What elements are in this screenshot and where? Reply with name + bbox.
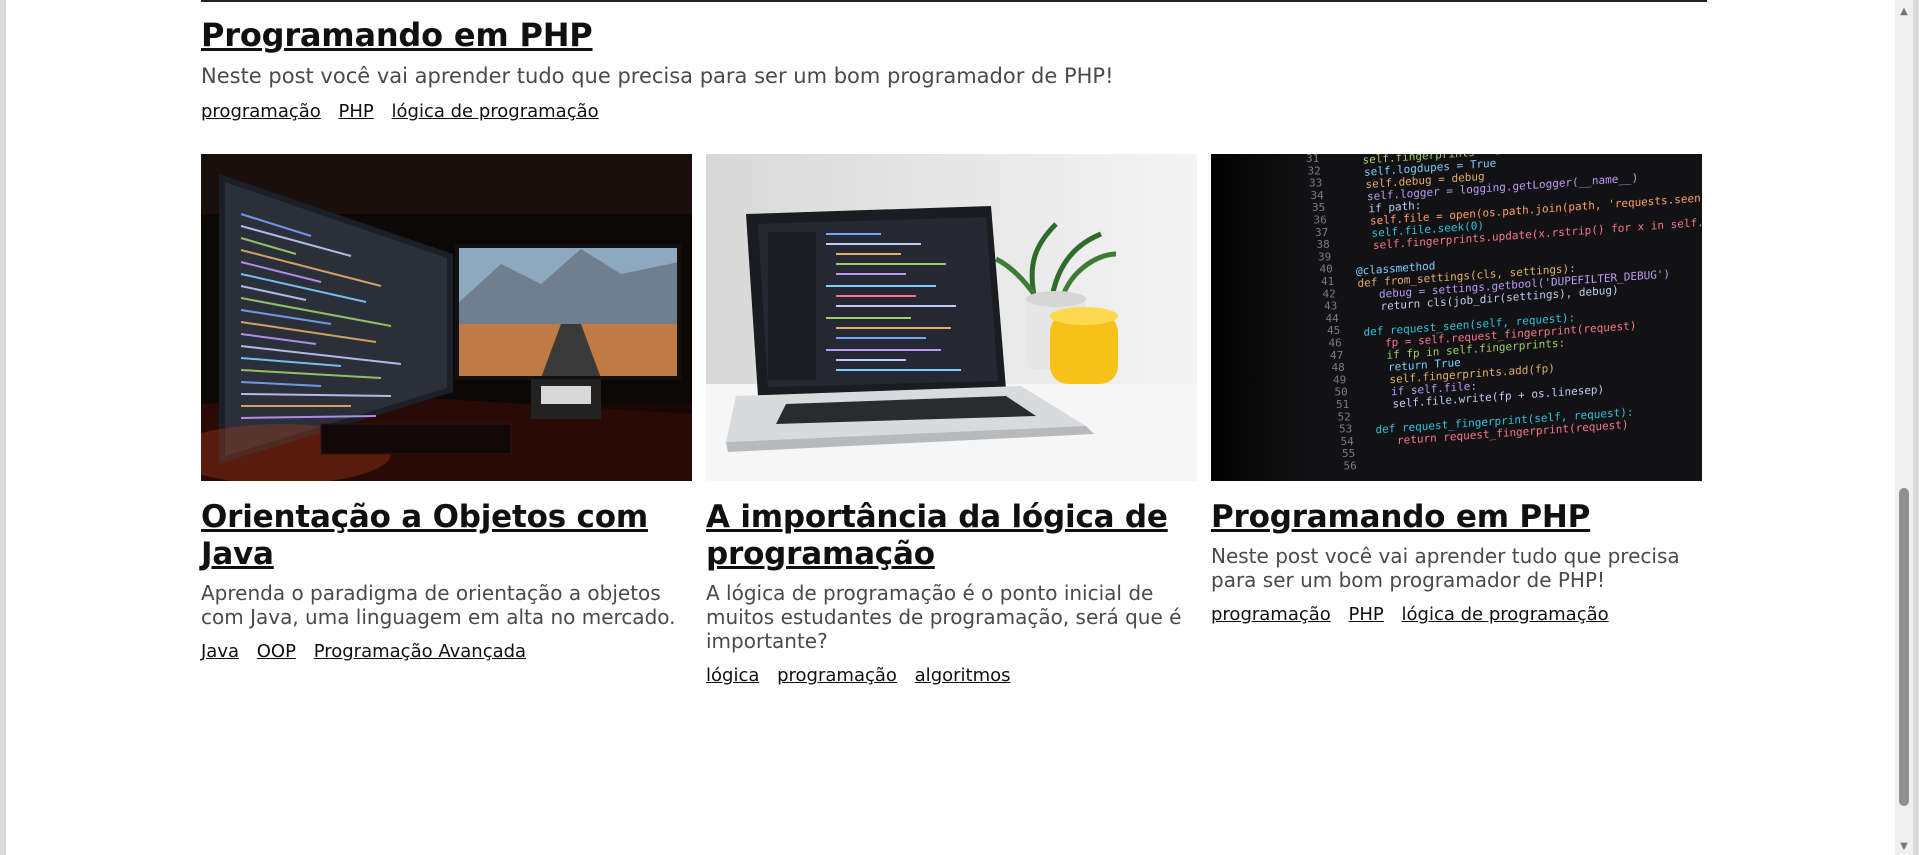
featured-post: Programando em PHP Neste post você vai a… [201,16,1707,123]
featured-post-description: Neste post você vai aprender tudo que pr… [201,64,1114,88]
post-description: A lógica de programação é o ponto inicia… [706,581,1182,653]
browser-viewport: Programando em PHP Neste post você vai a… [0,0,1919,855]
scroll-up-icon[interactable]: ▲ [1899,6,1909,17]
section-divider [201,0,1707,2]
post-tags: lógica programação algoritmos [706,665,1197,687]
vertical-scrollbar[interactable]: ▲ ▼ [1895,0,1913,855]
post-title[interactable]: A importância da lógica de programação [706,499,1197,573]
laptop-illustration [706,154,1197,481]
tag-link[interactable]: PHP [339,101,374,123]
post-title[interactable]: Orientação a Objetos com Java [201,499,692,573]
tag-link[interactable]: PHP [1349,604,1384,626]
code-closeup-illustration: 31self.file = None32self.fingerprints = … [1211,154,1702,481]
scroll-down-icon[interactable]: ▼ [1899,841,1909,852]
post-image[interactable] [706,154,1197,481]
featured-post-tags: programação PHP lógica de programação [201,101,1707,123]
tag-link[interactable]: Programação Avançada [314,641,526,663]
tag-link[interactable]: lógica de programação [1402,604,1609,626]
post-tags: programação PHP lógica de programação [1211,604,1702,626]
post-description: Neste post você vai aprender tudo que pr… [1211,544,1680,592]
tag-link[interactable]: Java [201,641,239,663]
tag-link[interactable]: programação [201,101,321,123]
featured-post-title[interactable]: Programando em PHP [201,16,1707,54]
post-card: A importância da lógica de programação A… [706,154,1197,687]
tag-link[interactable]: algoritmos [915,665,1011,687]
tag-link[interactable]: OOP [257,641,296,663]
post-card: 31self.file = None32self.fingerprints = … [1211,154,1702,626]
post-title[interactable]: Programando em PHP [1211,499,1702,536]
post-description: Aprenda o paradigma de orientação a obje… [201,581,676,629]
monitors-illustration [201,154,692,481]
tag-link[interactable]: lógica [706,665,759,687]
post-image[interactable] [201,154,692,481]
post-image[interactable]: 31self.file = None32self.fingerprints = … [1211,154,1702,481]
post-tags: Java OOP Programação Avançada [201,641,692,663]
post-card: Orientação a Objetos com Java Aprenda o … [201,154,692,663]
post-cards-grid: Orientação a Objetos com Java Aprenda o … [201,154,1707,714]
tag-link[interactable]: programação [1211,604,1331,626]
tag-link[interactable]: lógica de programação [392,101,599,123]
scrollbar-thumb[interactable] [1899,488,1909,806]
tag-link[interactable]: programação [777,665,897,687]
